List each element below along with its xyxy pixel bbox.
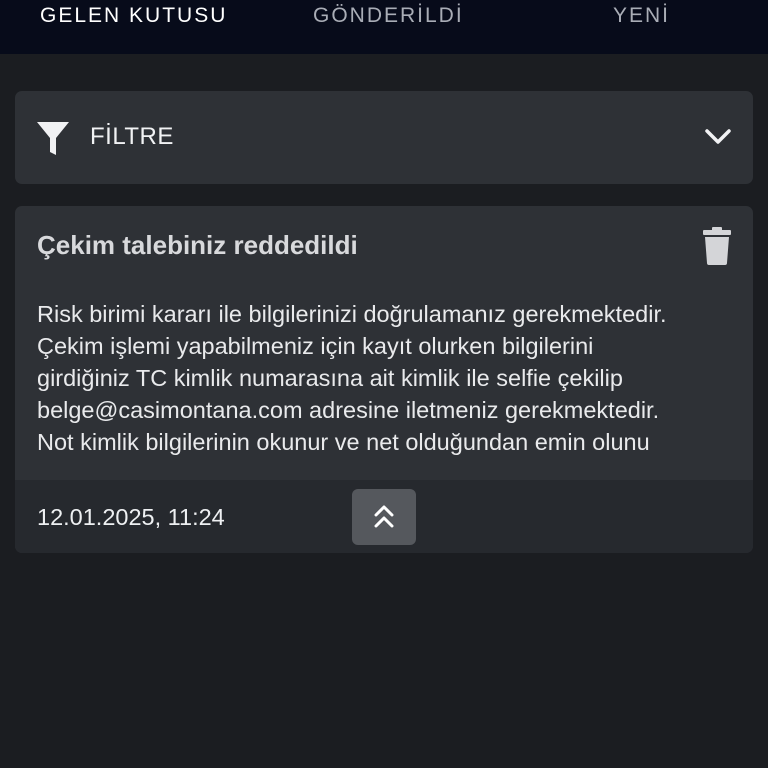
tab-new[interactable]: YENİ (512, 0, 768, 54)
double-chevron-up-icon (374, 505, 394, 528)
chevron-down-icon[interactable] (704, 126, 732, 148)
message-card: Çekim talebiniz reddedildi Risk birimi k… (15, 206, 753, 553)
message-title: Çekim talebiniz reddedildi (37, 230, 358, 260)
message-body-line: girdiğiniz TC kimlik numarasına ait kiml… (37, 365, 623, 391)
tab-inbox-label: GELEN KUTUSU (40, 4, 228, 27)
message-body: Risk birimi kararı ile bilgilerinizi doğ… (37, 298, 749, 458)
message-date: 12.01.2025, 11:24 (37, 504, 225, 530)
collapse-message-button[interactable] (352, 489, 416, 545)
message-body-line: Not kimlik bilgilerinin okunur ve net ol… (37, 429, 650, 455)
message-footer: 12.01.2025, 11:24 (15, 480, 753, 553)
tab-new-label: YENİ (613, 4, 671, 27)
tab-sent[interactable]: GÖNDERİLDİ (256, 0, 512, 54)
message-body-line: Risk birimi kararı ile bilgilerinizi doğ… (37, 301, 667, 327)
message-body-line: Çekim işlemi yapabilmeniz için kayıt olu… (37, 333, 594, 359)
message-body-line: belge@casimontana.com adresine iletmeniz… (37, 397, 660, 423)
filter-icon (37, 122, 69, 155)
mailbox-tabs: GELEN KUTUSU GÖNDERİLDİ YENİ (0, 0, 768, 54)
tab-inbox[interactable]: GELEN KUTUSU (0, 0, 256, 54)
trash-icon[interactable] (703, 227, 731, 265)
filter-label: FİLTRE (90, 123, 174, 150)
tab-sent-label: GÖNDERİLDİ (313, 4, 464, 27)
